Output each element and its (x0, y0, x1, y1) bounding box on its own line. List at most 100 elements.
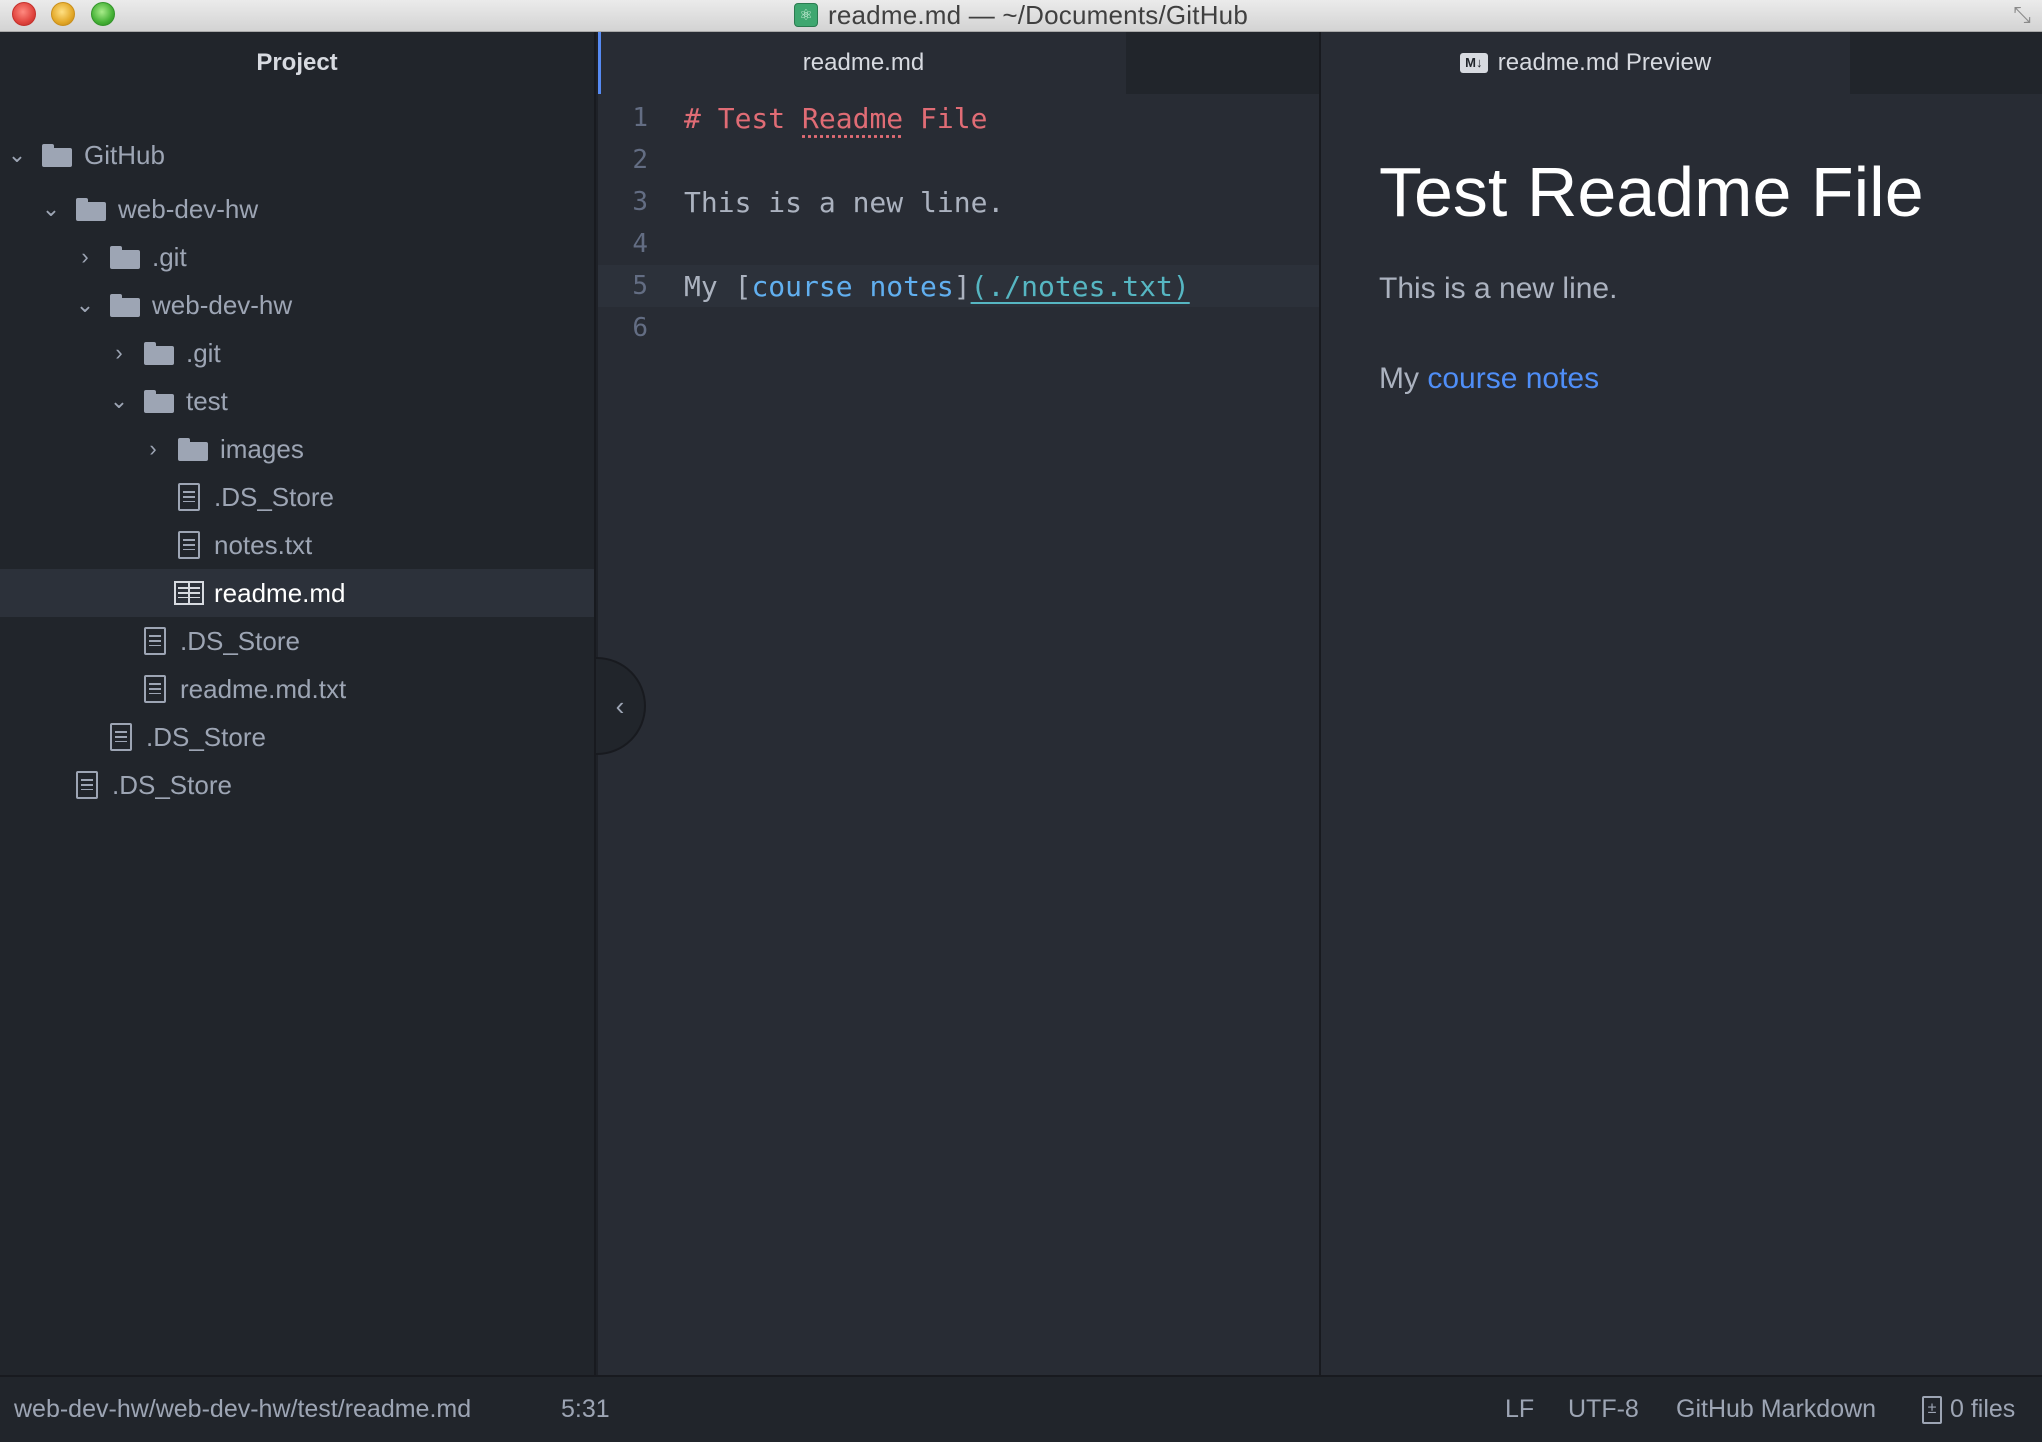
file-text-icon (110, 723, 132, 751)
tab-label: readme.md Preview (1497, 49, 1712, 76)
code-line[interactable]: 5 My [course notes](./notes.txt) (598, 265, 1319, 307)
code-token: [ (734, 269, 752, 303)
code-token: (./notes.txt) (970, 269, 1190, 303)
folder-icon (42, 143, 72, 167)
folder-icon (76, 197, 106, 221)
tab-readme-preview[interactable]: M↓ readme.md Preview (1321, 32, 1850, 94)
chevron-down-icon[interactable]: ⌄ (74, 292, 96, 318)
course-notes-link[interactable]: course notes (1427, 362, 1599, 395)
chevron-right-icon[interactable]: › (142, 436, 164, 462)
book-icon (174, 581, 204, 605)
code-text: # Test Readme File (684, 102, 987, 135)
code-token: This is a new line. (684, 185, 1005, 219)
code-token: Readme (802, 101, 904, 135)
code-text: This is a new line. (684, 186, 1004, 219)
tab-readme-md[interactable]: readme.md (598, 32, 1126, 94)
diff-icon (1922, 1395, 1942, 1424)
project-sidebar: Project ⌄ GitHub ⌄ web-dev-hw › .git ⌄ web-dev-… (0, 32, 596, 1375)
code-token: # Test (684, 101, 803, 135)
code-line[interactable]: 6 (598, 307, 1319, 349)
tree-item-label: .DS_Store (214, 481, 334, 512)
tree-folder[interactable]: ⌄ test (0, 377, 594, 425)
file-text-icon (178, 483, 200, 511)
status-line-ending[interactable]: LF (1505, 1377, 1534, 1442)
tree-item-label: .git (186, 337, 221, 368)
tree-folder[interactable]: › .git (0, 233, 594, 281)
line-number: 6 (632, 313, 648, 343)
file-text-icon (144, 675, 166, 703)
folder-icon (144, 389, 174, 413)
tree-item-label: .git (152, 241, 187, 272)
status-encoding[interactable]: UTF-8 (1568, 1377, 1639, 1442)
title-bar: ⚛ readme.md — ~/Documents/GitHub ⤡ (0, 0, 2042, 32)
tree-file[interactable]: .DS_Store (0, 617, 594, 665)
chevron-right-icon[interactable]: › (108, 340, 130, 366)
window-title-group: ⚛ readme.md — ~/Documents/GitHub (0, 0, 2042, 30)
folder-icon (144, 341, 174, 365)
status-files-label: 0 files (1950, 1395, 2016, 1423)
tree-file[interactable]: .DS_Store (0, 761, 594, 809)
folder-icon (178, 437, 208, 461)
tree-item-label: .DS_Store (112, 769, 232, 800)
editor-tab-bar: readme.md (598, 32, 1319, 94)
file-text-icon (178, 531, 200, 559)
code-line[interactable]: 3 This is a new line. (598, 181, 1319, 223)
atom-app-icon: ⚛ (794, 3, 818, 27)
tree-folder[interactable]: ⌄ web-dev-hw (0, 185, 594, 233)
file-text-icon (144, 627, 166, 655)
status-file-path[interactable]: web-dev-hw/web-dev-hw/test/readme.md (14, 1377, 471, 1442)
link-prefix: My (1379, 362, 1428, 395)
tree-item-label: web-dev-hw (118, 193, 259, 224)
line-number: 2 (632, 145, 648, 175)
folder-icon (110, 293, 140, 317)
preview-heading: Test Readme File (1379, 153, 1924, 231)
code-area[interactable]: 1 # Test Readme File 2 3 This is a new line.… (598, 94, 1319, 1375)
tree-folder[interactable]: ⌄ GitHub (0, 131, 594, 179)
code-line[interactable]: 2 (598, 139, 1319, 181)
code-line[interactable]: 1 # Test Readme File (598, 97, 1319, 139)
line-number: 3 (632, 187, 648, 217)
tree-item-label: .DS_Store (146, 721, 266, 752)
code-token: My (684, 269, 735, 303)
chevron-right-icon[interactable]: › (74, 244, 96, 270)
line-number: 4 (632, 229, 648, 259)
tree-file[interactable]: readme.md (0, 569, 594, 617)
tree-file[interactable]: .DS_Store (0, 713, 594, 761)
tree-file[interactable]: readme.md.txt (0, 665, 594, 713)
preview-link-paragraph: My course notes (1379, 362, 1599, 396)
editor-pane: readme.md 1 # Test Readme File 2 3 This is a… (598, 32, 1321, 1375)
code-token: course notes (751, 269, 954, 303)
tree-item-label: notes.txt (214, 529, 313, 560)
folder-icon (110, 245, 140, 269)
code-token: File (903, 101, 988, 135)
tree-file[interactable]: .DS_Store (0, 473, 594, 521)
markdown-icon: M↓ (1459, 53, 1488, 73)
tree-file[interactable]: notes.txt (0, 521, 594, 569)
file-text-icon (76, 771, 98, 799)
tree-item-label: readme.md (214, 577, 346, 608)
tree-item-label: images (220, 433, 304, 464)
tree-item-label: readme.md.txt (180, 673, 347, 704)
preview-paragraph: This is a new line. (1379, 272, 1618, 305)
line-number: 5 (632, 271, 648, 301)
chevron-down-icon[interactable]: ⌄ (6, 142, 28, 168)
chevron-down-icon[interactable]: ⌄ (108, 388, 130, 414)
chevron-left-icon: ‹ (615, 690, 625, 721)
status-bar: web-dev-hw/web-dev-hw/test/readme.md 5:3… (0, 1375, 2042, 1442)
code-line[interactable]: 4 (598, 223, 1319, 265)
status-cursor-position[interactable]: 5:31 (561, 1377, 610, 1442)
status-git-files[interactable]: 0 files (1922, 1377, 2015, 1442)
tree-item-label: test (186, 385, 228, 416)
tree-item-label: web-dev-hw (152, 289, 293, 320)
status-grammar[interactable]: GitHub Markdown (1676, 1377, 1876, 1442)
tree-folder[interactable]: › .git (0, 329, 594, 377)
tree-item-label: .DS_Store (180, 625, 300, 656)
code-text: My [course notes](./notes.txt) (684, 270, 1190, 303)
tree-item-label: GitHub (84, 139, 165, 170)
chevron-down-icon[interactable]: ⌄ (40, 196, 62, 222)
markdown-preview-pane: M↓ readme.md Preview Test Readme File Th… (1321, 32, 2042, 1375)
sidebar-header: Project (256, 49, 338, 76)
fullscreen-icon[interactable]: ⤡ (2008, 2, 2036, 28)
tree-folder[interactable]: ⌄ web-dev-hw (0, 281, 594, 329)
tree-folder[interactable]: › images (0, 425, 594, 473)
